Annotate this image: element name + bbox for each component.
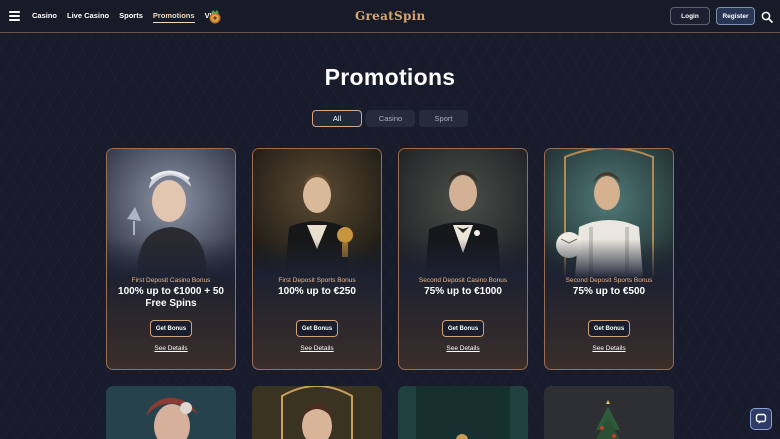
promo-card: First Deposit Casino Bonus 100% up to €1… xyxy=(106,148,236,370)
nav-casino[interactable]: Casino xyxy=(32,11,57,23)
menu-icon[interactable] xyxy=(9,11,20,21)
site-logo[interactable]: GreatSpin xyxy=(355,9,426,23)
main-nav: Casino Live Casino Sports Promotions VIP xyxy=(32,11,217,23)
get-bonus-button[interactable]: Get Bonus xyxy=(588,320,630,337)
filter-casino[interactable]: Casino xyxy=(366,110,415,127)
get-bonus-button[interactable]: Get Bonus xyxy=(442,320,484,337)
nav-sports[interactable]: Sports xyxy=(119,11,143,23)
see-details-link[interactable]: See Details xyxy=(253,345,381,352)
promo-card: First Deposit Sports Bonus 100% up to €2… xyxy=(252,148,382,370)
see-details-link[interactable]: See Details xyxy=(545,345,673,352)
top-navbar: Casino Live Casino Sports Promotions VIP… xyxy=(0,0,780,33)
promo-card-category: First Deposit Sports Bonus xyxy=(278,277,356,284)
get-bonus-button[interactable]: Get Bonus xyxy=(296,320,338,337)
promo-filter-tabs: All Casino Sport xyxy=(312,110,468,127)
promo-card-category: Second Deposit Casino Bonus xyxy=(418,277,508,284)
promo-card-image[interactable] xyxy=(398,386,528,439)
see-details-link[interactable]: See Details xyxy=(399,345,527,352)
filter-all[interactable]: All xyxy=(312,110,362,127)
nav-live-casino[interactable]: Live Casino xyxy=(67,11,109,23)
search-icon[interactable] xyxy=(761,10,773,23)
login-button[interactable]: Login xyxy=(670,7,710,25)
vip-crown-icon[interactable] xyxy=(207,8,223,24)
page-title: Promotions xyxy=(324,64,456,90)
promo-card-offer: 75% up to €1000 xyxy=(424,286,502,297)
register-button[interactable]: Register xyxy=(716,7,755,25)
promo-card-image[interactable] xyxy=(252,386,382,439)
promo-card-offer: 100% up to €250 xyxy=(278,286,356,297)
promo-card-category: First Deposit Casino Bonus xyxy=(131,277,211,284)
promo-card-category: Second Deposit Sports Bonus xyxy=(565,277,653,284)
promo-card-image[interactable] xyxy=(106,386,236,439)
promo-card: Second Deposit Casino Bonus 75% up to €1… xyxy=(398,148,528,370)
filter-sport[interactable]: Sport xyxy=(419,110,468,127)
get-bonus-button[interactable]: Get Bonus xyxy=(150,320,192,337)
promo-card: Second Deposit Sports Bonus 75% up to €5… xyxy=(544,148,674,370)
chat-icon[interactable] xyxy=(750,408,772,430)
see-details-link[interactable]: See Details xyxy=(107,345,235,352)
promo-card-image[interactable] xyxy=(544,386,674,439)
promo-card-offer: 100% up to €1000 + 50 Free Spins xyxy=(118,286,224,309)
nav-promotions[interactable]: Promotions xyxy=(152,11,195,23)
promo-card-offer: 75% up to €500 xyxy=(572,286,646,297)
